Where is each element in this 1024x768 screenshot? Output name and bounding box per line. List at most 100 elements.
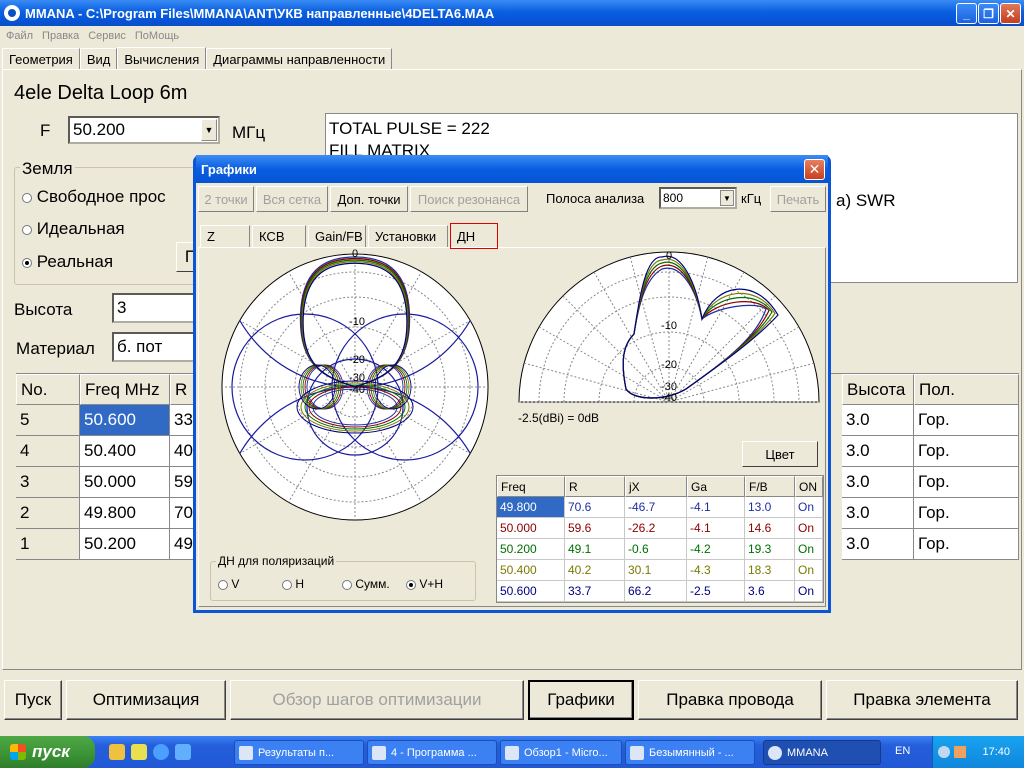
table-cell[interactable]: On	[795, 497, 823, 518]
ground-option-free[interactable]: Свободное прос	[22, 187, 166, 207]
table-cell[interactable]: 50.400	[497, 560, 565, 581]
chevron-down-icon[interactable]: ▼	[720, 190, 734, 206]
tab-geometry[interactable]: Геометрия	[2, 48, 80, 69]
table-cell[interactable]: 13.0	[745, 497, 795, 518]
table-cell[interactable]: 66.2	[625, 581, 687, 602]
pol-option-h[interactable]: H	[282, 577, 304, 591]
grid-cell[interactable]: 50.400	[80, 436, 170, 467]
grid-cell[interactable]: Гор.	[914, 529, 1019, 560]
tab-gain-fb[interactable]: Gain/FB	[308, 225, 366, 247]
pol-option-vh[interactable]: V+H	[406, 577, 443, 591]
table-cell[interactable]: 50.600	[497, 581, 565, 602]
table-cell[interactable]: 49.800	[497, 497, 565, 518]
table-cell[interactable]: -4.2	[687, 539, 745, 560]
grid-cell[interactable]: 50.200	[80, 529, 170, 560]
grid-cell[interactable]: 3.0	[842, 405, 914, 436]
table-cell[interactable]: 49.1	[565, 539, 625, 560]
grid-cell[interactable]: 3.0	[842, 498, 914, 529]
table-cell[interactable]: -4.3	[687, 560, 745, 581]
table-cell[interactable]: 40.2	[565, 560, 625, 581]
desktop-icon[interactable]	[131, 744, 147, 760]
material-input[interactable]: б. пот	[112, 332, 202, 362]
tray-icon[interactable]	[954, 746, 967, 758]
table-cell[interactable]: 50.000	[497, 518, 565, 539]
table-cell[interactable]: 14.6	[745, 518, 795, 539]
menu-service[interactable]: Сервис	[88, 30, 126, 42]
task-mmana[interactable]: MMANA	[763, 740, 881, 765]
graphs-button[interactable]: Графики	[528, 680, 634, 720]
grid-cell[interactable]: 1	[16, 529, 80, 560]
task-paint[interactable]: Безымянный - ...	[625, 740, 755, 765]
tab-patterns[interactable]: Диаграммы направленности	[206, 48, 393, 69]
grid-cell[interactable]: 5	[16, 405, 80, 436]
table-cell[interactable]: On	[795, 581, 823, 602]
find-resonance-button[interactable]: Поиск резонанса	[410, 186, 528, 212]
tab-swr[interactable]: КСВ	[252, 225, 306, 247]
task-word[interactable]: Обзор1 - Micro...	[500, 740, 622, 765]
close-button[interactable]: ✕	[1000, 3, 1021, 24]
menu-file[interactable]: Файл	[6, 30, 33, 42]
minimize-button[interactable]: _	[956, 3, 977, 24]
tab-settings[interactable]: Установки	[368, 225, 448, 247]
table-cell[interactable]: -2.5	[687, 581, 745, 602]
ie-icon[interactable]	[153, 744, 169, 760]
ground-option-ideal[interactable]: Идеальная	[22, 219, 125, 239]
grid-cell[interactable]: Гор.	[914, 405, 1019, 436]
pol-option-v[interactable]: V	[218, 577, 239, 591]
table-cell[interactable]: -4.1	[687, 497, 745, 518]
color-button[interactable]: Цвет	[742, 441, 818, 467]
table-cell[interactable]: 59.6	[565, 518, 625, 539]
tab-view[interactable]: Вид	[79, 48, 118, 69]
language-indicator[interactable]: EN	[895, 745, 910, 757]
chevron-down-icon[interactable]: ▼	[201, 119, 217, 141]
table-cell[interactable]: 33.7	[565, 581, 625, 602]
optimization-steps-button[interactable]: Обзор шагов оптимизации	[230, 680, 524, 720]
close-icon[interactable]: ✕	[804, 159, 825, 180]
band-select[interactable]: 800 ▼	[659, 187, 737, 209]
table-cell[interactable]: 19.3	[745, 539, 795, 560]
table-cell[interactable]: 50.200	[497, 539, 565, 560]
print-button[interactable]: Печать	[770, 186, 826, 212]
table-cell[interactable]: -26.2	[625, 518, 687, 539]
tab-calculations[interactable]: Вычисления	[117, 47, 207, 70]
edit-element-button[interactable]: Правка элемента	[826, 680, 1018, 720]
table-cell[interactable]: 30.1	[625, 560, 687, 581]
ground-option-real[interactable]: Реальная	[22, 252, 113, 272]
two-points-button[interactable]: 2 точки	[198, 186, 254, 212]
freq-input[interactable]: 50.200 ▼	[68, 116, 220, 144]
optimize-button[interactable]: Оптимизация	[66, 680, 226, 720]
grid-cell[interactable]: 4	[16, 436, 80, 467]
table-cell[interactable]: On	[795, 518, 823, 539]
grid-cell[interactable]: 2	[16, 498, 80, 529]
table-cell[interactable]: 70.6	[565, 497, 625, 518]
run-button[interactable]: Пуск	[4, 680, 62, 720]
full-grid-button[interactable]: Вся сетка	[256, 186, 328, 212]
maximize-button[interactable]: ❐	[978, 3, 999, 24]
grid-cell[interactable]: Гор.	[914, 467, 1019, 498]
table-cell[interactable]: -46.7	[625, 497, 687, 518]
grid-cell[interactable]: Гор.	[914, 436, 1019, 467]
height-input[interactable]: 3	[112, 293, 202, 323]
table-cell[interactable]: On	[795, 539, 823, 560]
grid-cell[interactable]: 50.000	[80, 467, 170, 498]
media-icon[interactable]	[175, 744, 191, 760]
menu-help[interactable]: ПоМощь	[135, 30, 179, 42]
tab-z[interactable]: Z	[200, 225, 250, 247]
table-cell[interactable]: 3.6	[745, 581, 795, 602]
table-cell[interactable]: -4.1	[687, 518, 745, 539]
start-button[interactable]: пуск	[0, 736, 95, 768]
tray-icon[interactable]	[938, 746, 951, 758]
grid-cell[interactable]: 50.600	[80, 405, 170, 436]
task-program[interactable]: 4 - Программа ...	[367, 740, 497, 765]
table-cell[interactable]: -0.6	[625, 539, 687, 560]
grid-cell[interactable]: 3.0	[842, 529, 914, 560]
pol-option-sum[interactable]: Сумм.	[342, 577, 390, 591]
grid-cell[interactable]: Гор.	[914, 498, 1019, 529]
menu-edit[interactable]: Правка	[42, 30, 79, 42]
grid-cell[interactable]: 3	[16, 467, 80, 498]
explorer-icon[interactable]	[109, 744, 125, 760]
grid-cell[interactable]: 3.0	[842, 467, 914, 498]
edit-wire-button[interactable]: Правка провода	[638, 680, 822, 720]
task-results[interactable]: Результаты п...	[234, 740, 364, 765]
table-cell[interactable]: 18.3	[745, 560, 795, 581]
